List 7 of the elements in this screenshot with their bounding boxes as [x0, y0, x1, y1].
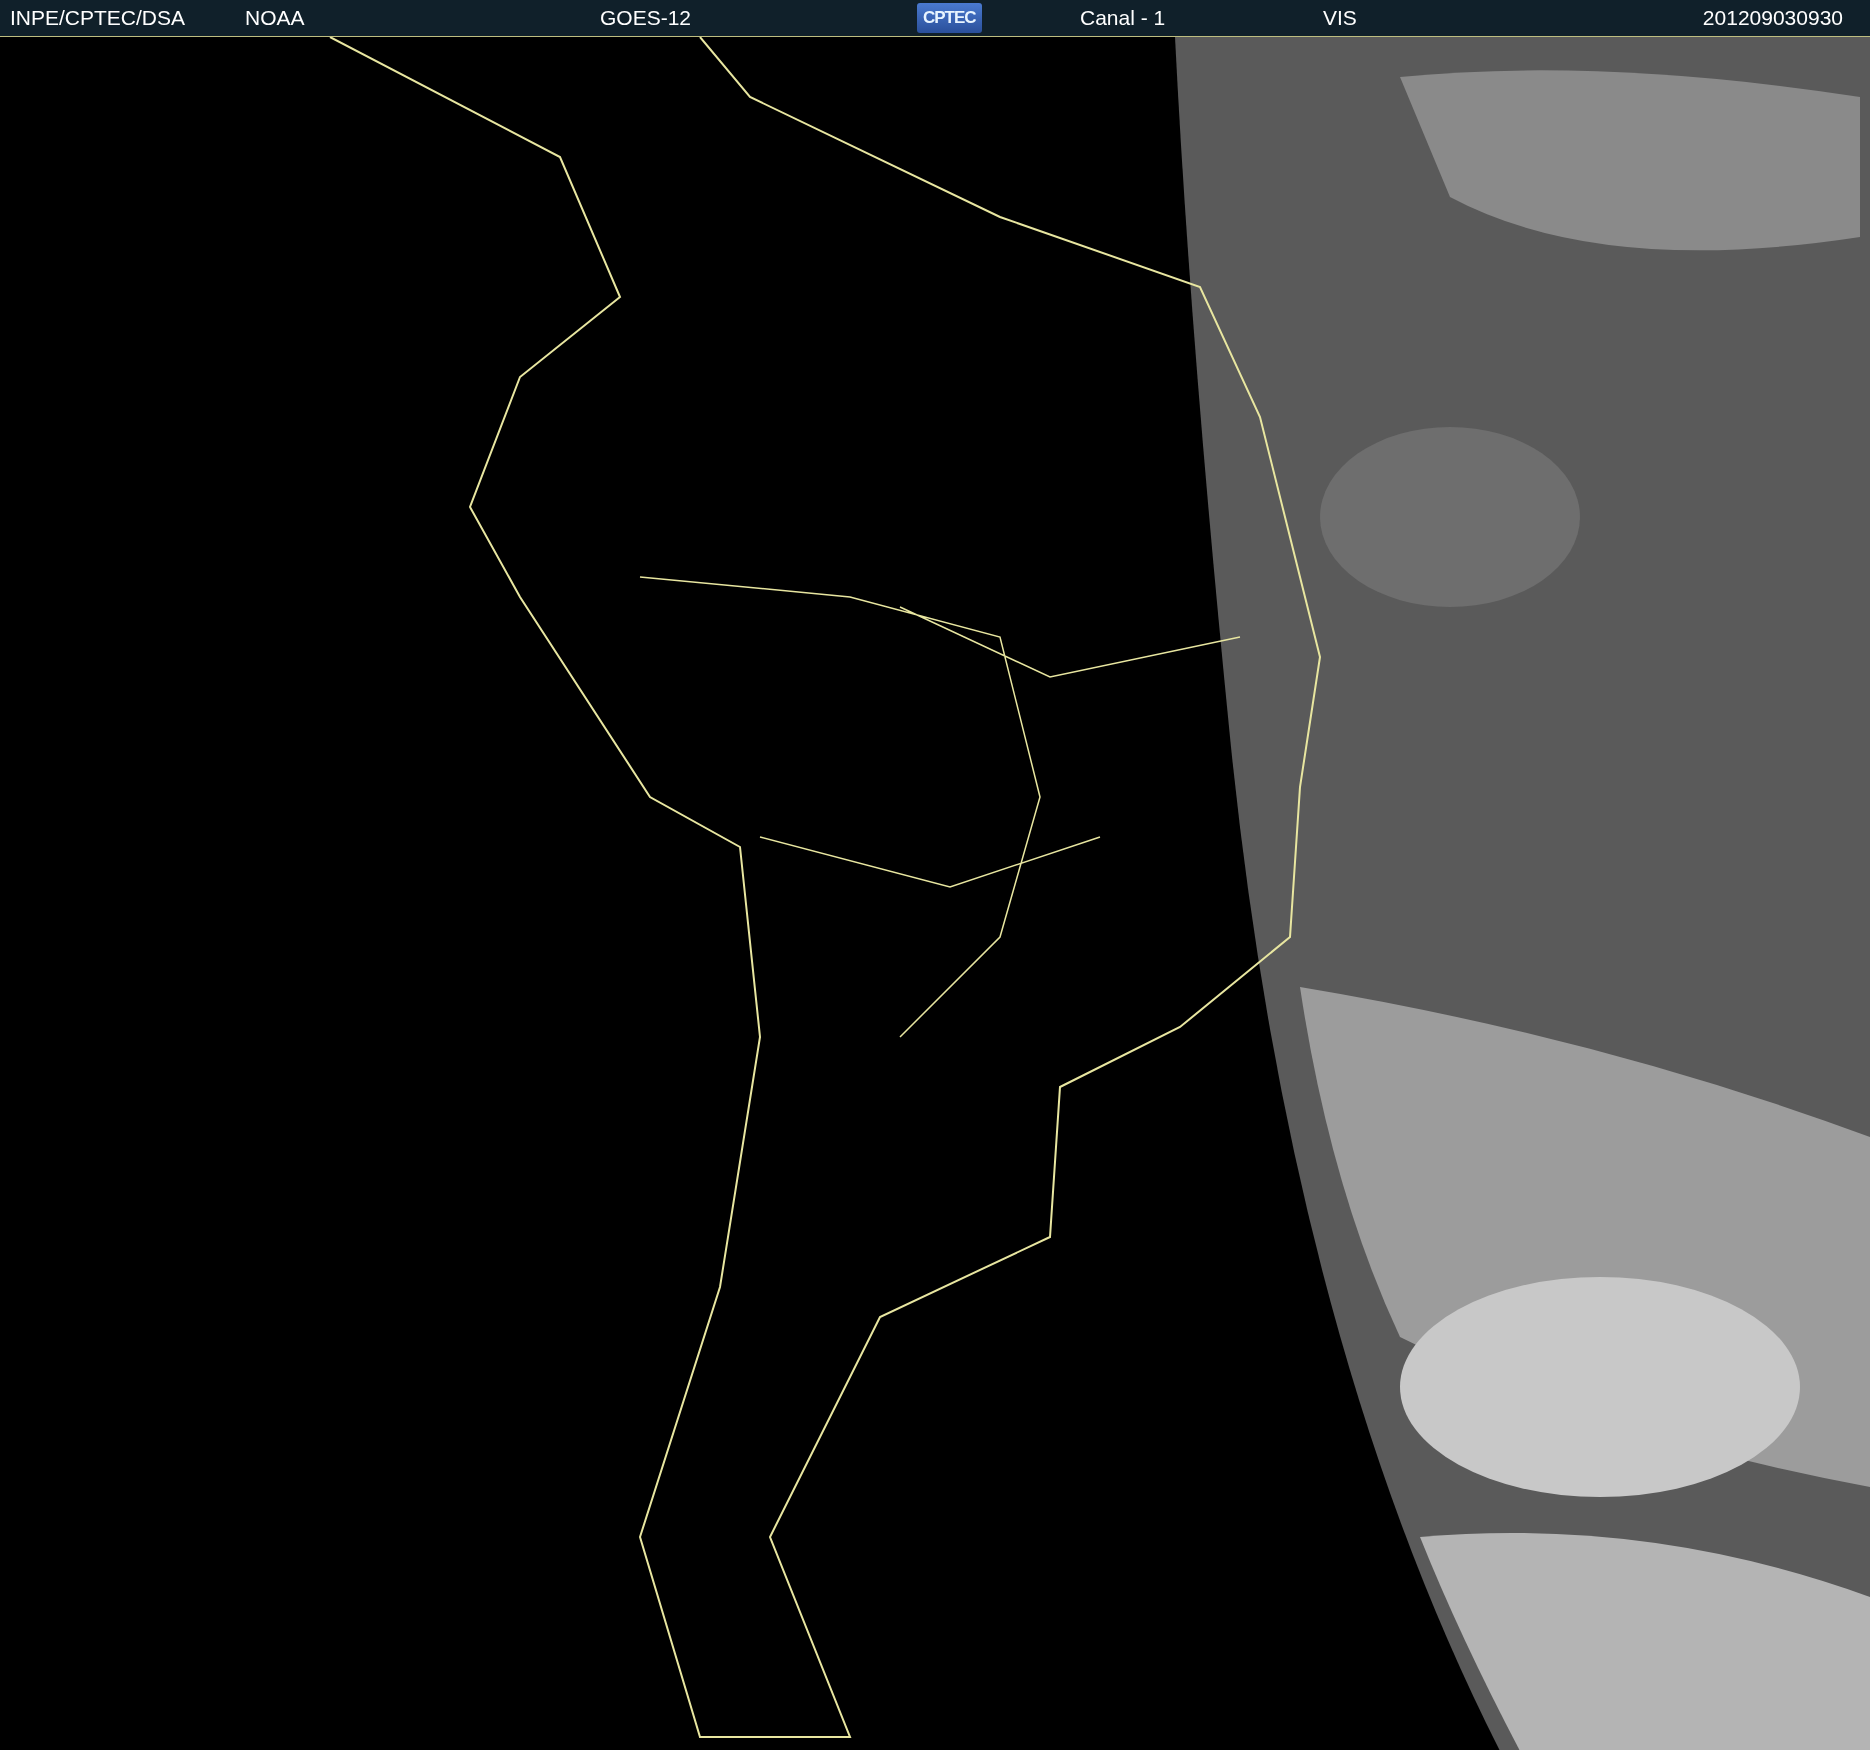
band-label: VIS [1323, 6, 1358, 30]
satellite-label: GOES-12 [600, 6, 693, 30]
timestamp-label: 201209030930 [1702, 6, 1843, 30]
channel-label: Canal - 1 [1080, 6, 1167, 30]
logo: CPTEC [917, 3, 982, 33]
source-label: INPE/CPTEC/DSA [10, 6, 187, 30]
agency-label: NOAA [245, 6, 306, 30]
